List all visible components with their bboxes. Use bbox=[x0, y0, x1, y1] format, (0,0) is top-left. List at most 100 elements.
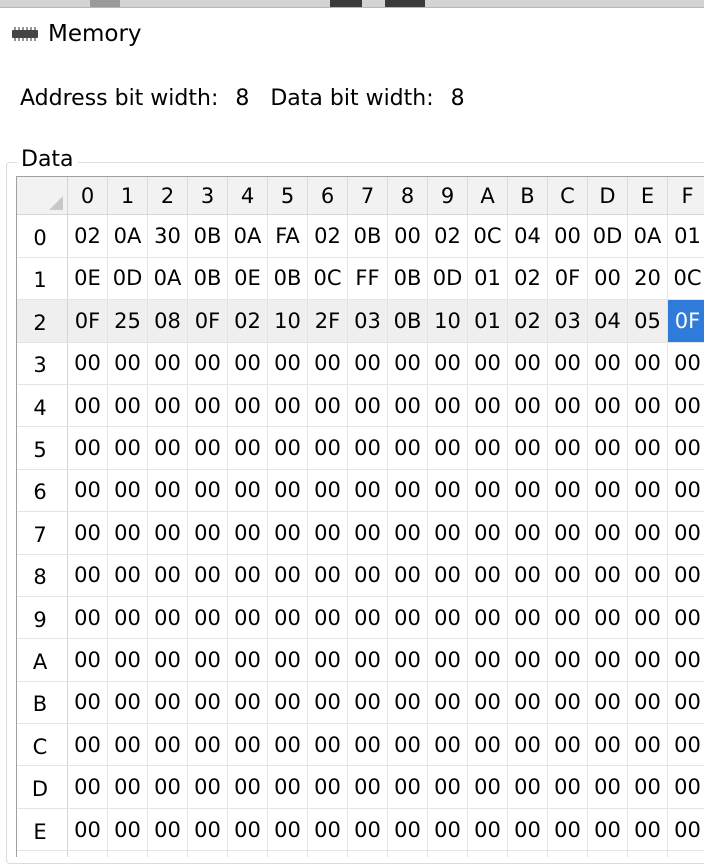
memory-cell[interactable]: 00 bbox=[508, 681, 548, 723]
row-header-F[interactable]: F bbox=[17, 851, 68, 857]
memory-cell[interactable]: 00 bbox=[428, 554, 468, 596]
memory-cell[interactable]: 00 bbox=[148, 554, 188, 596]
memory-cell[interactable]: 00 bbox=[108, 596, 148, 638]
memory-cell[interactable]: 04 bbox=[508, 215, 548, 257]
memory-cell[interactable]: 00 bbox=[388, 469, 428, 511]
memory-cell[interactable]: 00 bbox=[148, 384, 188, 426]
memory-cell[interactable]: 00 bbox=[108, 681, 148, 723]
memory-cell[interactable]: 25 bbox=[108, 300, 148, 342]
memory-cell[interactable]: 00 bbox=[468, 851, 508, 857]
memory-cell[interactable]: 00 bbox=[108, 342, 148, 384]
memory-cell[interactable]: FA bbox=[268, 215, 308, 257]
row-header-D[interactable]: D bbox=[17, 766, 68, 808]
memory-cell[interactable]: 00 bbox=[388, 384, 428, 426]
memory-cell[interactable]: 00 bbox=[148, 342, 188, 384]
memory-cell[interactable]: 00 bbox=[228, 639, 268, 681]
memory-cell[interactable]: 00 bbox=[68, 639, 108, 681]
memory-cell[interactable]: 00 bbox=[148, 512, 188, 554]
memory-cell[interactable]: FF bbox=[348, 257, 388, 299]
memory-cell[interactable]: 00 bbox=[468, 681, 508, 723]
memory-cell[interactable]: 0B bbox=[348, 215, 388, 257]
row-header-1[interactable]: 1 bbox=[17, 257, 68, 299]
memory-cell[interactable]: 00 bbox=[108, 724, 148, 766]
memory-cell[interactable]: 00 bbox=[428, 596, 468, 638]
memory-cell[interactable]: 00 bbox=[108, 639, 148, 681]
memory-cell[interactable]: 00 bbox=[308, 512, 348, 554]
memory-cell[interactable]: 00 bbox=[228, 808, 268, 850]
memory-cell[interactable]: 00 bbox=[468, 384, 508, 426]
memory-cell[interactable]: 00 bbox=[348, 469, 388, 511]
memory-cell[interactable]: 0F bbox=[548, 257, 588, 299]
memory-cell[interactable]: 00 bbox=[588, 469, 628, 511]
memory-cell[interactable]: 02 bbox=[308, 215, 348, 257]
memory-cell[interactable]: 00 bbox=[508, 342, 548, 384]
memory-cell[interactable]: 00 bbox=[388, 766, 428, 808]
memory-cell[interactable]: 00 bbox=[428, 342, 468, 384]
memory-cell[interactable]: 00 bbox=[508, 512, 548, 554]
row-header-7[interactable]: 7 bbox=[17, 512, 68, 554]
memory-cell[interactable]: 00 bbox=[228, 851, 268, 857]
memory-cell[interactable]: 03 bbox=[348, 300, 388, 342]
row-header-B[interactable]: B bbox=[17, 681, 68, 723]
memory-cell[interactable]: 00 bbox=[268, 766, 308, 808]
memory-cell[interactable]: 00 bbox=[588, 384, 628, 426]
memory-cell[interactable]: 00 bbox=[628, 808, 668, 850]
memory-cell[interactable]: 00 bbox=[348, 554, 388, 596]
memory-cell[interactable]: 00 bbox=[108, 554, 148, 596]
memory-cell[interactable]: 00 bbox=[108, 512, 148, 554]
row-header-A[interactable]: A bbox=[17, 639, 68, 681]
column-header-2[interactable]: 2 bbox=[148, 177, 188, 215]
memory-cell[interactable]: 00 bbox=[548, 766, 588, 808]
memory-cell[interactable]: 0E bbox=[68, 257, 108, 299]
column-header-F[interactable]: F bbox=[668, 177, 704, 215]
memory-cell[interactable]: 00 bbox=[668, 554, 704, 596]
memory-cell[interactable]: 00 bbox=[468, 512, 508, 554]
memory-cell[interactable]: 00 bbox=[548, 215, 588, 257]
memory-cell[interactable]: 00 bbox=[468, 639, 508, 681]
memory-cell[interactable]: 00 bbox=[308, 554, 348, 596]
memory-cell[interactable]: 00 bbox=[108, 469, 148, 511]
memory-cell[interactable]: 00 bbox=[268, 724, 308, 766]
memory-cell[interactable]: 0B bbox=[188, 257, 228, 299]
memory-cell[interactable]: 00 bbox=[108, 851, 148, 857]
memory-cell[interactable]: 00 bbox=[468, 766, 508, 808]
memory-cell[interactable]: 00 bbox=[228, 469, 268, 511]
memory-cell[interactable]: 00 bbox=[148, 724, 188, 766]
memory-cell[interactable]: 00 bbox=[668, 342, 704, 384]
memory-cell[interactable]: 00 bbox=[428, 851, 468, 857]
memory-cell[interactable]: 00 bbox=[188, 851, 228, 857]
memory-cell[interactable]: 00 bbox=[268, 554, 308, 596]
memory-cell[interactable]: 00 bbox=[68, 469, 108, 511]
memory-cell[interactable]: 00 bbox=[228, 384, 268, 426]
memory-cell[interactable]: 00 bbox=[388, 342, 428, 384]
memory-cell[interactable]: 00 bbox=[428, 469, 468, 511]
memory-cell[interactable]: 00 bbox=[468, 469, 508, 511]
memory-cell[interactable]: 00 bbox=[188, 512, 228, 554]
memory-cell[interactable]: 0D bbox=[108, 257, 148, 299]
row-header-C[interactable]: C bbox=[17, 724, 68, 766]
memory-cell[interactable]: 00 bbox=[308, 808, 348, 850]
memory-cell[interactable]: 00 bbox=[628, 512, 668, 554]
memory-cell[interactable]: 00 bbox=[668, 851, 704, 857]
memory-cell[interactable]: 08 bbox=[148, 300, 188, 342]
memory-cell[interactable]: 01 bbox=[468, 257, 508, 299]
memory-cell[interactable]: 00 bbox=[348, 766, 388, 808]
memory-cell[interactable]: 00 bbox=[388, 851, 428, 857]
memory-cell[interactable]: 0B bbox=[388, 300, 428, 342]
memory-cell[interactable]: 00 bbox=[348, 512, 388, 554]
memory-cell[interactable]: 00 bbox=[468, 808, 508, 850]
memory-cell[interactable]: 00 bbox=[148, 851, 188, 857]
memory-cell[interactable]: 00 bbox=[148, 808, 188, 850]
column-header-6[interactable]: 6 bbox=[308, 177, 348, 215]
memory-cell[interactable]: 0C bbox=[468, 215, 508, 257]
memory-cell[interactable]: 00 bbox=[188, 681, 228, 723]
memory-cell[interactable]: 00 bbox=[668, 512, 704, 554]
memory-cell[interactable]: 00 bbox=[228, 596, 268, 638]
memory-cell[interactable]: 0B bbox=[268, 257, 308, 299]
memory-cell[interactable]: 00 bbox=[308, 596, 348, 638]
select-all-corner[interactable] bbox=[17, 177, 68, 215]
memory-cell[interactable]: 00 bbox=[508, 766, 548, 808]
memory-cell[interactable]: 0B bbox=[188, 215, 228, 257]
memory-cell[interactable]: 00 bbox=[628, 681, 668, 723]
row-header-E[interactable]: E bbox=[17, 808, 68, 850]
